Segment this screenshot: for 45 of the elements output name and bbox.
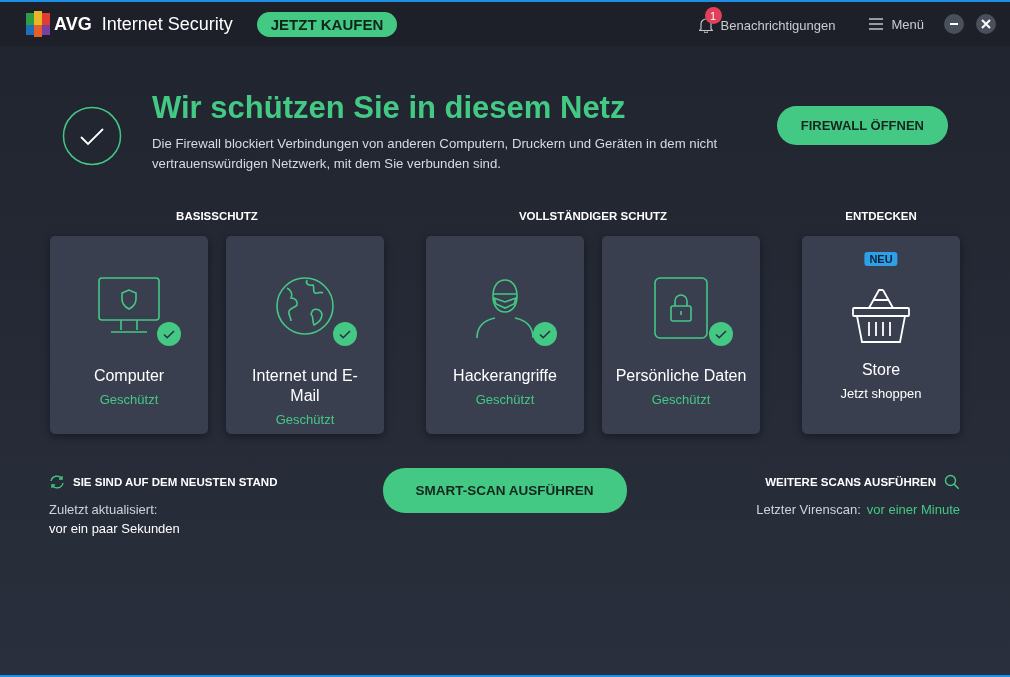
notification-badge: 1	[704, 7, 722, 24]
masked-person-icon	[473, 276, 537, 340]
firewall-button[interactable]: FIREWALL ÖFFNEN	[776, 105, 948, 145]
shopping-basket-icon	[849, 286, 913, 344]
card-title: Internet und E-Mail	[251, 366, 359, 406]
section-heading: ENTDECKEN	[845, 210, 917, 224]
card-title: Computer	[92, 366, 166, 386]
smart-scan-button[interactable]: SMART-SCAN AUSFÜHREN	[382, 468, 627, 513]
status-headline: Wir schützen Sie in diesem Netz	[152, 90, 627, 126]
notifications-button[interactable]: 1 Benachrichtigungen	[698, 5, 836, 35]
feature-card[interactable]: Internet und E-Mail Geschützt	[226, 236, 384, 434]
product-name: Internet Security	[101, 13, 233, 35]
card-status: Geschützt	[99, 392, 159, 407]
update-time: vor ein paar Sekunden	[49, 521, 181, 536]
refresh-icon	[49, 475, 65, 489]
close-icon	[981, 19, 991, 29]
last-scan-time: vor einer Minute	[866, 502, 960, 519]
close-button[interactable]	[976, 14, 996, 34]
brand-name: AVG	[54, 13, 92, 35]
status-description: Die Firewall blockiert Verbindungen von anderen Computern, Druckern und Geräten in dem nicht vertrauenswürdigen Netzwerk, mit dem Sie verbunden sind.	[152, 135, 719, 173]
feature-card[interactable]: Hackerangriffe Geschützt	[426, 236, 584, 434]
last-scan-label: Letzter Virenscan:	[756, 502, 861, 517]
card-title: Hackerangriffe	[452, 366, 558, 386]
card-title: Store	[860, 360, 902, 380]
card-subtitle: Jetzt shoppen	[840, 386, 922, 401]
section-heading: VOLLSTÄNDIGER SCHUTZ	[518, 210, 668, 224]
card-status: Geschützt	[651, 392, 711, 407]
new-badge: NEU	[864, 252, 898, 266]
feature-card[interactable]: Persönliche Daten Geschützt	[602, 236, 760, 434]
card-status: Geschützt	[475, 392, 535, 407]
update-status: SIE SIND AUF DEM NEUSTEN STAND	[73, 476, 278, 488]
card-title: Persönliche Daten	[614, 366, 748, 386]
menu-icon	[869, 18, 884, 30]
section-heading: BASISSCHUTZ	[176, 210, 258, 224]
update-label: Zuletzt aktualisiert:	[49, 502, 159, 517]
menu-button[interactable]: Menü	[869, 16, 924, 32]
bell-icon	[698, 17, 713, 33]
minimize-button[interactable]	[944, 14, 964, 34]
search-icon	[944, 474, 960, 490]
store-card[interactable]: NEU Store Jetzt shoppen	[802, 236, 960, 434]
more-scans-link[interactable]: WEITERE SCANS AUSFÜHREN	[765, 472, 960, 492]
buy-button[interactable]: JETZT KAUFEN	[256, 11, 398, 37]
feature-card[interactable]: Computer Geschützt	[50, 236, 208, 434]
logo-icon	[26, 11, 50, 37]
card-status: Geschützt	[275, 412, 335, 427]
